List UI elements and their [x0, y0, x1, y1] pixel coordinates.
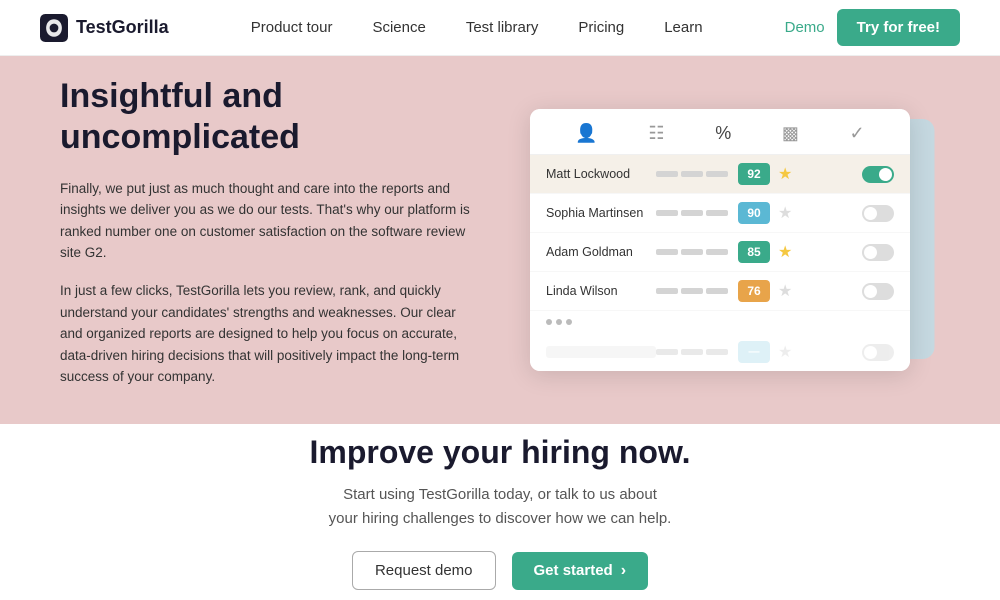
logo-text: TestGorilla — [76, 17, 169, 38]
candidate-name: Matt Lockwood — [546, 167, 656, 181]
toggle-switch[interactable] — [862, 166, 894, 183]
score-bars — [656, 249, 728, 255]
score-bars — [656, 210, 728, 216]
request-demo-button[interactable]: Request demo — [352, 551, 496, 590]
table-row: Sophia Martinsen 90 ★ — [530, 194, 910, 233]
bottom-section: Improve your hiring now. Start using Tes… — [0, 424, 1000, 600]
candidate-name: Adam Goldman — [546, 245, 656, 259]
toggle-switch — [862, 344, 894, 361]
bar — [681, 249, 703, 255]
bar — [681, 210, 703, 216]
table-row: Adam Goldman 85 ★ — [530, 233, 910, 272]
score-badge: 90 — [738, 202, 770, 224]
bar-chart-icon: ▩ — [782, 123, 799, 144]
nav-link-science[interactable]: Science — [356, 11, 441, 44]
bottom-buttons: Request demo Get started › — [352, 551, 648, 590]
toggle-switch[interactable] — [862, 244, 894, 261]
nav-link-learn[interactable]: Learn — [648, 11, 718, 44]
star-icon: ★ — [778, 342, 792, 362]
dot — [556, 319, 562, 325]
candidate-name: Sophia Martinsen — [546, 206, 656, 220]
bar — [681, 288, 703, 294]
check-icon: ✓ — [850, 123, 865, 144]
hero-para-2: In just a few clicks, TestGorilla lets y… — [60, 280, 480, 388]
bar — [706, 210, 728, 216]
star-icon[interactable]: ★ — [778, 203, 792, 223]
dots-row — [530, 311, 910, 333]
bar — [656, 171, 678, 177]
bar — [706, 171, 728, 177]
bar — [656, 249, 678, 255]
person-icon: 👤 — [575, 123, 597, 144]
nav-links: Product tour Science Test library Pricin… — [235, 11, 719, 44]
dot — [546, 319, 552, 325]
percent-icon: % — [715, 123, 731, 144]
logo-icon — [40, 14, 68, 42]
bar — [656, 349, 678, 355]
candidate-card: 👤 ☷ % ▩ ✓ Matt Lockwood 92 ★ — [530, 109, 910, 371]
hero-card-wrap: 👤 ☷ % ▩ ✓ Matt Lockwood 92 ★ — [500, 109, 940, 371]
star-icon[interactable]: ★ — [778, 281, 792, 301]
score-badge: — — [738, 341, 770, 363]
bar — [706, 349, 728, 355]
nav-link-test-library[interactable]: Test library — [450, 11, 555, 44]
arrow-icon: › — [621, 562, 626, 580]
bar — [681, 349, 703, 355]
score-badge: 85 — [738, 241, 770, 263]
logo[interactable]: TestGorilla — [40, 14, 169, 42]
hero-title: Insightful and uncomplicated — [60, 76, 480, 158]
hero-para-1: Finally, we put just as much thought and… — [60, 178, 480, 264]
card-rows: Matt Lockwood 92 ★ Sophia Martinsen — [530, 155, 910, 371]
nav-link-pricing[interactable]: Pricing — [562, 11, 640, 44]
demo-link[interactable]: Demo — [785, 19, 825, 36]
nav-link-product-tour[interactable]: Product tour — [235, 11, 349, 44]
hero-text: Insightful and uncomplicated Finally, we… — [60, 76, 480, 404]
navbar: TestGorilla Product tour Science Test li… — [0, 0, 1000, 56]
get-started-label: Get started — [534, 562, 613, 579]
dot — [566, 319, 572, 325]
score-bars — [656, 171, 728, 177]
bar — [656, 288, 678, 294]
table-row: Matt Lockwood 92 ★ — [530, 155, 910, 194]
get-started-button[interactable]: Get started › — [512, 552, 649, 590]
bar — [706, 249, 728, 255]
bottom-title: Improve your hiring now. — [309, 434, 690, 471]
score-badge: 76 — [738, 280, 770, 302]
bottom-subtitle: Start using TestGorilla today, or talk t… — [329, 483, 672, 531]
score-bars — [656, 288, 728, 294]
star-icon[interactable]: ★ — [778, 242, 792, 262]
score-badge: 92 — [738, 163, 770, 185]
toggle-switch[interactable] — [862, 205, 894, 222]
candidate-name: —————— — [546, 346, 656, 358]
grid-icon: ☷ — [648, 123, 664, 144]
table-row: Linda Wilson 76 ★ — [530, 272, 910, 311]
nav-actions: Demo Try for free! — [785, 9, 960, 46]
bar — [681, 171, 703, 177]
toggle-switch[interactable] — [862, 283, 894, 300]
bar — [706, 288, 728, 294]
try-free-button[interactable]: Try for free! — [837, 9, 960, 46]
star-icon[interactable]: ★ — [778, 164, 792, 184]
hero-section: Insightful and uncomplicated Finally, we… — [0, 56, 1000, 424]
score-bars — [656, 349, 728, 355]
table-row: —————— — ★ — [530, 333, 910, 371]
candidate-name: Linda Wilson — [546, 284, 656, 298]
card-header: 👤 ☷ % ▩ ✓ — [530, 109, 910, 155]
bar — [656, 210, 678, 216]
